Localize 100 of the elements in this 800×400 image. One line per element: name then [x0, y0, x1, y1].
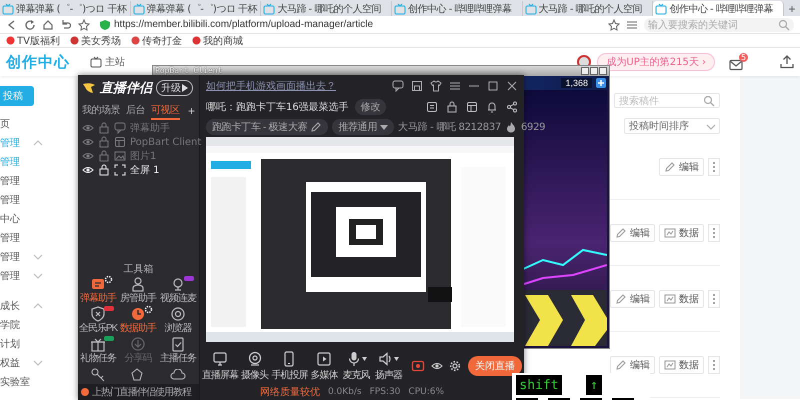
save-icon[interactable] — [411, 80, 423, 92]
plus-icon[interactable] — [596, 78, 606, 88]
category-button[interactable]: 跑跑卡丁车 - 极速大赛 — [206, 119, 328, 135]
toolbar-button[interactable]: 麦克风 — [340, 350, 372, 382]
caret-icon — [380, 123, 388, 131]
monitor-icon — [212, 350, 228, 366]
edit-button[interactable]: 编辑 — [610, 290, 655, 308]
lock-icon — [98, 164, 110, 176]
sidebar-item[interactable]: 管理 — [0, 190, 60, 209]
main-site-link[interactable]: 主站 — [90, 55, 125, 69]
help-link[interactable]: 如何把手机游戏画面播出去？ — [206, 79, 336, 93]
more-button[interactable] — [708, 290, 720, 308]
image-icon — [114, 150, 126, 162]
browser-tab[interactable]: 弹幕弹幕 (゜-゜)つロ 干杯 — [130, 1, 262, 16]
sidebar-item[interactable]: 管理 — [0, 247, 60, 266]
eye-icon[interactable] — [431, 361, 443, 371]
tool-button[interactable]: 弹幕助手 — [78, 276, 118, 306]
tv-icon — [132, 2, 145, 14]
tv-icon — [655, 2, 668, 14]
sidebar-item[interactable]: 成长 — [0, 296, 60, 315]
shirt-icon[interactable] — [430, 80, 442, 92]
close-button[interactable] — [599, 67, 607, 75]
bookmark[interactable]: TV版福利 — [6, 34, 60, 48]
more-button[interactable] — [708, 158, 720, 176]
settings-icon[interactable] — [449, 360, 461, 372]
cloud-icon[interactable] — [170, 369, 186, 381]
toolbar-button[interactable]: 直播屏幕 — [202, 350, 238, 382]
upload-icon[interactable] — [780, 55, 794, 69]
more-button[interactable] — [708, 356, 720, 374]
scene-tab[interactable]: 可视区 — [151, 102, 180, 120]
sidebar-item[interactable]: 管理 — [0, 228, 60, 247]
data-button[interactable]: 数据 — [659, 356, 704, 374]
sidebar-item[interactable]: 管理 — [0, 171, 60, 190]
tool-button[interactable]: 主播任务 — [158, 336, 198, 366]
sidebar-item[interactable]: 中心 — [0, 209, 60, 228]
scene-item[interactable]: 全屏 1 — [78, 163, 199, 177]
edit-button[interactable]: 编辑 — [610, 356, 655, 374]
scene-tab[interactable]: 后台 — [126, 102, 145, 120]
data-button[interactable]: 数据 — [659, 224, 704, 242]
play-circle-icon — [81, 388, 89, 396]
sidebar-item[interactable]: 权益 — [0, 353, 60, 372]
menu-icon[interactable] — [626, 18, 638, 30]
data-button[interactable]: 数据 — [659, 290, 704, 308]
undo-icon[interactable] — [60, 18, 72, 30]
tool-button[interactable]: 全民乐PK — [78, 306, 118, 336]
more-button[interactable] — [708, 224, 720, 242]
document-icon[interactable] — [426, 101, 438, 113]
close-icon[interactable] — [506, 80, 518, 92]
sidebar-item[interactable]: 管理 — [0, 266, 60, 285]
toolbar-button[interactable]: 多媒体 — [308, 350, 340, 382]
tool-button[interactable]: 浏览器 — [158, 306, 198, 336]
tag-dropdown[interactable]: 推荐通用 — [332, 119, 394, 135]
bell-icon[interactable] — [486, 101, 498, 113]
menu-icon[interactable] — [449, 80, 461, 92]
sidebar-item[interactable]: 实验室 — [0, 372, 60, 391]
star-icon[interactable] — [78, 18, 90, 30]
tv-icon — [524, 2, 537, 14]
sidebar-item[interactable]: 学院 — [0, 315, 60, 334]
minimize-button[interactable] — [581, 67, 589, 75]
browser-tab[interactable]: 创作中心 - 哔哩哔哩弹幕 — [392, 1, 523, 16]
tutorial-link[interactable]: 上热门直播伴侣使用教程 — [78, 384, 199, 400]
chat-icon[interactable] — [392, 80, 404, 92]
home-icon[interactable] — [42, 18, 54, 30]
tool-button[interactable]: 数据助手 — [118, 306, 158, 336]
network-status: 网络质量较优 — [260, 386, 320, 399]
new-tab-button[interactable]: + — [784, 1, 800, 16]
browser-tab[interactable]: 大马蹄 - 哪吒的个人空间 — [261, 1, 392, 16]
bookmark[interactable]: 传奇打金 — [130, 34, 182, 48]
tool-button[interactable]: 礼物任务 — [78, 336, 118, 366]
star-icon[interactable] — [608, 18, 620, 30]
edit-button[interactable]: 编辑 — [659, 158, 704, 176]
lock-icon[interactable] — [446, 101, 458, 113]
more-icon — [712, 358, 716, 370]
toolbar-button[interactable]: 扬声器 — [372, 350, 404, 382]
edit-title-button[interactable]: 修改 — [354, 99, 386, 115]
upgrade-button[interactable]: 升级 — [156, 80, 193, 96]
bookmark[interactable]: 我的商城 — [192, 34, 243, 48]
address-field[interactable]: https://member.bilibili.com/platform/upload-manager/article — [96, 18, 602, 32]
coin-count: 1,368 — [561, 78, 592, 88]
maximize-icon[interactable] — [487, 80, 499, 92]
browser-tab[interactable]: 弹幕弹幕 (゜-゜)つロ 干杯 — [0, 1, 131, 16]
caret-icon — [394, 356, 399, 360]
add-scene-button[interactable]: + — [188, 104, 195, 118]
sidebar-item[interactable]: 页 — [0, 114, 60, 133]
toolbar-button[interactable]: 手机投屏 — [271, 350, 308, 382]
toolbar-button[interactable]: 摄像头 — [239, 350, 270, 382]
reload-icon[interactable] — [24, 18, 36, 30]
sidebar-item[interactable]: 计划 — [0, 334, 60, 353]
maximize-button[interactable] — [590, 67, 598, 75]
record-icon[interactable] — [411, 359, 425, 373]
window-icon[interactable] — [466, 101, 478, 113]
tool-button[interactable]: 房管助手 — [118, 276, 158, 306]
tool-button[interactable]: 视频连麦 — [158, 276, 198, 306]
edit-button[interactable]: 编辑 — [610, 224, 655, 242]
browser-tab[interactable]: 创作中心 - 哔哩哔哩弹幕 — [653, 1, 784, 16]
key-icon[interactable] — [90, 368, 105, 382]
scene-tab[interactable]: 我的场景 — [82, 102, 120, 120]
share-icon[interactable] — [506, 101, 518, 113]
bookmark[interactable]: 美女秀场 — [70, 34, 121, 48]
sort-dropdown[interactable]: 投稿时间排序 — [624, 118, 720, 134]
